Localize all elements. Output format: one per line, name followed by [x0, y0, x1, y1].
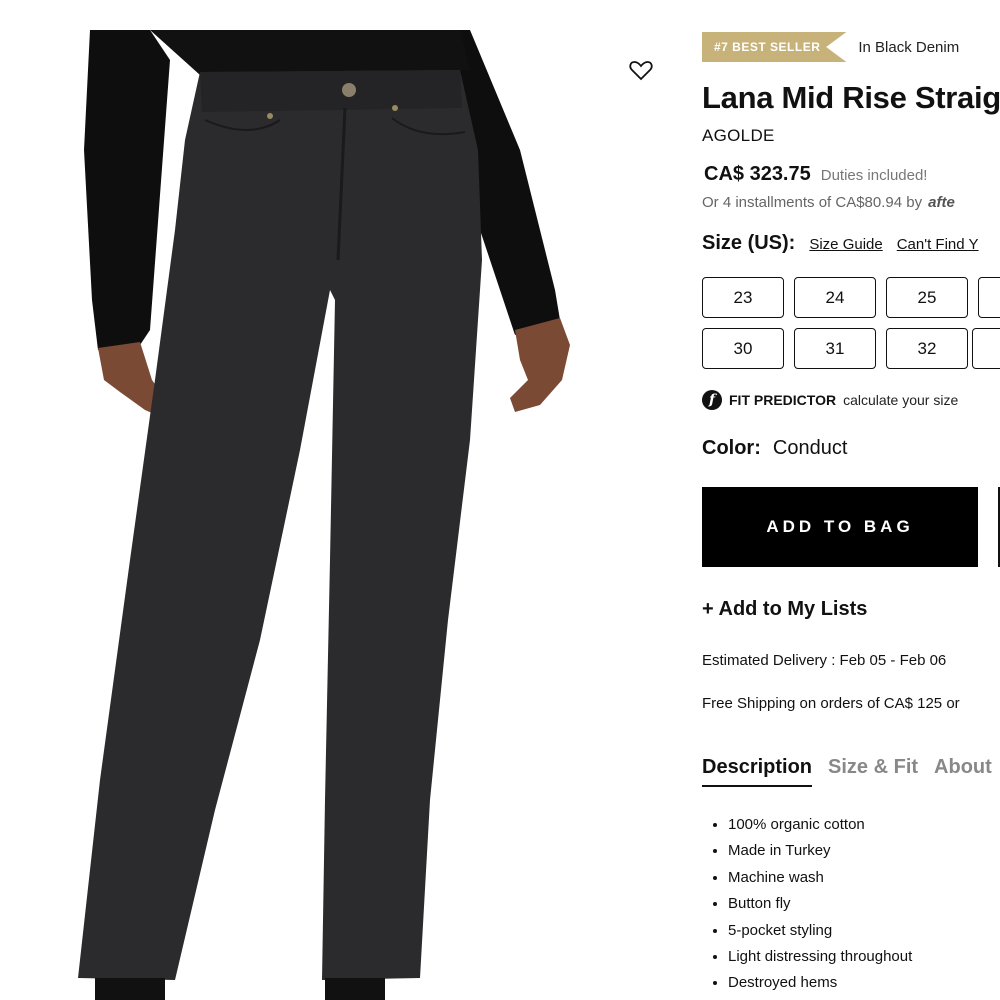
- waistband: [200, 70, 462, 112]
- list-item: Destroyed hems: [728, 970, 912, 996]
- product-image: [0, 0, 670, 1000]
- tab-about[interactable]: About: [934, 756, 992, 787]
- size-label: Size (US):: [702, 232, 796, 254]
- free-shipping-note: Free Shipping on orders of CA$ 125 or: [702, 695, 960, 712]
- wishlist-button[interactable]: [628, 58, 654, 82]
- brand-name[interactable]: AGOLDE: [702, 126, 775, 146]
- right-shoe: [325, 978, 385, 1000]
- tab-description[interactable]: Description: [702, 756, 813, 787]
- list-item: Made in Turkey: [728, 838, 912, 864]
- info-tabs: Description Size & Fit About: [702, 756, 1000, 787]
- estimated-delivery: Estimated Delivery : Feb 05 - Feb 06: [702, 652, 947, 669]
- installments-text: Or 4 installments of CA$80.94 by: [702, 194, 923, 211]
- left-sleeve: [84, 30, 170, 350]
- cant-find-size-link[interactable]: Can't Find Y: [897, 236, 979, 253]
- duties-note: Duties included!: [820, 167, 928, 184]
- left-shoe: [95, 978, 165, 1000]
- product-title: Lana Mid Rise Straig: [702, 80, 1000, 115]
- list-item: Button fly: [728, 891, 912, 917]
- tab-size-fit[interactable]: Size & Fit: [828, 756, 918, 787]
- product-details-panel: #7 BEST SELLER In Black Denim Lana Mid R…: [702, 0, 1000, 1000]
- rivet: [267, 113, 273, 119]
- size-option-partial[interactable]: [978, 277, 1000, 318]
- add-to-bag-button[interactable]: ADD TO BAG: [702, 487, 978, 567]
- size-guide-link[interactable]: Size Guide: [809, 236, 882, 253]
- size-option-32[interactable]: 32: [886, 328, 968, 369]
- list-item: Machine wash: [728, 865, 912, 891]
- size-option-partial[interactable]: [972, 328, 1000, 369]
- size-option-30[interactable]: 30: [702, 328, 784, 369]
- color-label: Color:: [702, 437, 761, 459]
- add-to-lists-link[interactable]: + Add to My Lists: [702, 598, 867, 621]
- list-item: 5-pocket styling: [728, 918, 912, 944]
- right-hand: [510, 318, 570, 412]
- description-list: 100% organic cotton Made in Turkey Machi…: [710, 812, 912, 997]
- fit-predictor[interactable]: f FIT PREDICTOR calculate your size: [702, 390, 958, 410]
- size-option-23[interactable]: 23: [702, 277, 784, 318]
- fit-predictor-subtitle: calculate your size: [843, 392, 959, 408]
- price-row: CA$ 323.75 Duties included!: [704, 163, 927, 186]
- color-value: Conduct: [772, 437, 848, 459]
- size-row: Size (US): Size Guide Can't Find Y: [702, 232, 979, 255]
- jeans-button: [342, 83, 356, 97]
- rivet: [392, 105, 398, 111]
- list-item: 100% organic cotton: [728, 812, 912, 838]
- heart-outline-icon: [629, 61, 653, 81]
- installments-note: Or 4 installments of CA$80.94 by afte: [702, 194, 955, 211]
- list-item: Light distressing throughout: [728, 944, 912, 970]
- best-seller-badge: #7 BEST SELLER: [702, 32, 847, 62]
- fit-predictor-icon: f: [702, 390, 722, 410]
- color-row: Color: Conduct: [702, 437, 847, 460]
- installments-provider[interactable]: afte: [928, 194, 955, 211]
- badge-row: #7 BEST SELLER In Black Denim: [702, 32, 959, 62]
- size-option-24[interactable]: 24: [794, 277, 876, 318]
- top-torso: [150, 30, 470, 75]
- price: CA$ 323.75: [704, 163, 811, 185]
- size-option-25[interactable]: 25: [886, 277, 968, 318]
- fit-predictor-title: FIT PREDICTOR: [729, 392, 837, 408]
- size-option-31[interactable]: 31: [794, 328, 876, 369]
- jeans-photo: [78, 30, 570, 1000]
- badge-context[interactable]: In Black Denim: [858, 39, 959, 56]
